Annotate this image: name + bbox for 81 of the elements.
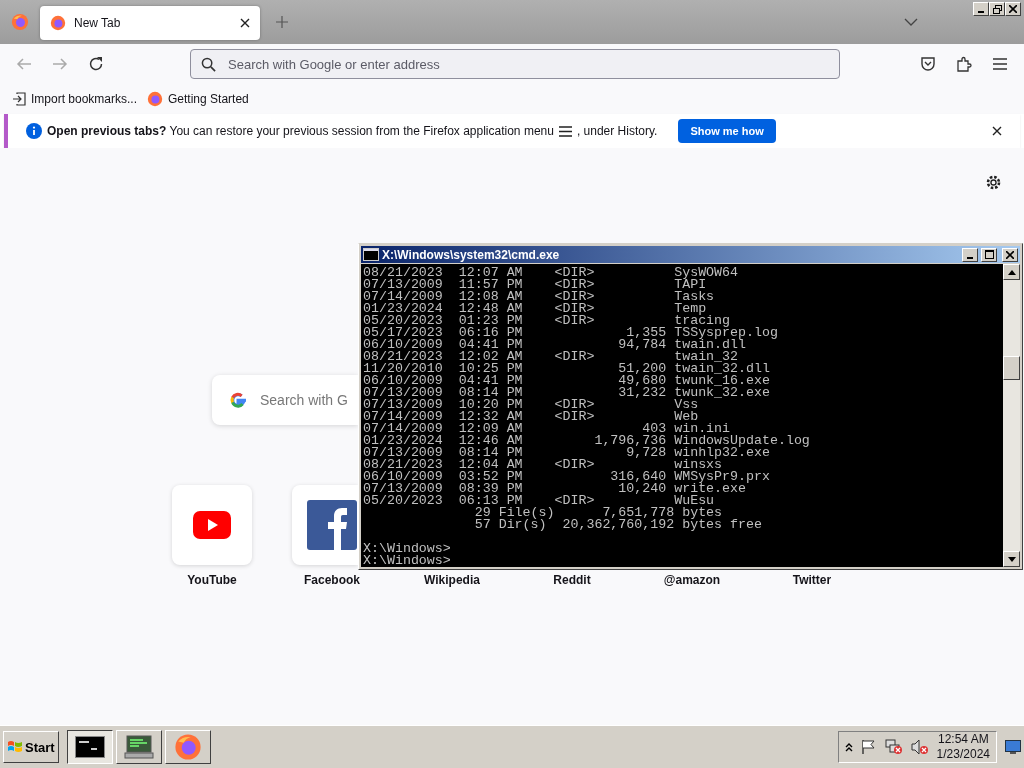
play-icon (193, 511, 231, 539)
console-prompt: X:\Windows> (363, 541, 451, 556)
tab-title: New Tab (74, 16, 122, 30)
firefox-icon (50, 15, 66, 31)
new-tab-icon[interactable] (276, 16, 288, 28)
shortcut-label[interactable]: @amazon (663, 573, 721, 587)
console-line: 06/10/2009 04:41 PM 49,680 twunk_16.exe (363, 373, 770, 388)
console-line: 07/14/2009 12:09 AM 403 win.ini (363, 421, 731, 436)
firefox-icon (147, 91, 164, 107)
console-icon (74, 736, 105, 758)
maximize-button[interactable] (981, 247, 997, 262)
reload-icon[interactable] (88, 56, 104, 72)
close-icon (1006, 250, 1014, 259)
close-icon[interactable] (992, 126, 1002, 136)
shortcut-label[interactable]: Twitter (792, 573, 832, 587)
console-icon (363, 248, 379, 261)
shortcut-label[interactable]: Facebook (304, 573, 360, 587)
speaker-muted-icon[interactable] (910, 739, 929, 755)
console-line: 01/23/2024 12:48 AM <DIR> Temp (363, 301, 707, 316)
console-line: 08/21/2023 12:02 AM <DIR> twain_32 (363, 349, 739, 364)
settings-icon[interactable] (985, 174, 1002, 191)
address-bar[interactable]: Search with Google or enter address (190, 49, 840, 79)
firefox-icon (173, 733, 202, 761)
console-line: 07/13/2009 10:20 PM <DIR> Vss (363, 397, 699, 412)
close-button[interactable] (1002, 247, 1018, 262)
close-icon (1009, 5, 1017, 13)
windows-logo-icon (7, 740, 23, 754)
close-icon[interactable] (240, 18, 250, 28)
flag-icon[interactable] (860, 739, 877, 755)
network-icon[interactable] (884, 739, 903, 755)
scrollbar-thumb[interactable] (1003, 356, 1020, 380)
start-button[interactable]: Start (3, 731, 59, 763)
up-arrow-icon[interactable] (1007, 269, 1016, 275)
notification-message: Open previous tabs? You can restore your previous session from the Firefox application menu (47, 124, 554, 138)
bookmark-item[interactable]: Getting Started (147, 91, 249, 107)
console-line: 07/14/2009 12:08 AM <DIR> Tasks (363, 289, 715, 304)
menu-icon[interactable] (992, 57, 1008, 71)
console-line: 05/20/2023 06:13 PM <DIR> WuEsu (363, 493, 715, 508)
down-arrow-icon[interactable] (1007, 556, 1016, 562)
shortcut-tile[interactable] (292, 485, 358, 565)
search-icon (201, 56, 216, 72)
search-input[interactable]: Search with G (260, 392, 358, 408)
taskbar-button[interactable] (66, 730, 113, 764)
minimize-button[interactable] (973, 2, 989, 16)
console-line: 29 File(s) 7,651,778 bytes (473, 505, 723, 520)
window-title: X:\Windows\system32\cmd.exe (382, 247, 560, 262)
shortcut-label[interactable]: YouTube (187, 573, 237, 587)
menu-icon (558, 125, 572, 137)
minimize-button[interactable] (962, 247, 978, 262)
bookmark-item[interactable]: Import bookmarks... (12, 92, 138, 106)
scrollbar[interactable] (1003, 264, 1020, 567)
import-icon (12, 92, 26, 106)
console-line: 07/13/2009 08:14 PM 31,232 twunk_32.exe (363, 385, 770, 400)
restore-icon (992, 4, 1002, 14)
console-line: 01/23/2024 12:46 AM 1,796,736 WindowsUpdate.log (363, 433, 810, 448)
shortcut-label[interactable]: Wikipedia (424, 573, 480, 587)
shortcut-label[interactable]: Reddit (553, 573, 591, 587)
google-icon (228, 390, 248, 410)
restore-button[interactable] (989, 2, 1005, 16)
info-icon (26, 123, 42, 139)
f-logo-icon (307, 500, 357, 550)
search-field[interactable]: Search with G (212, 375, 358, 425)
chevron-down-icon[interactable] (904, 18, 918, 26)
console-prompt: X:\Windows> (363, 553, 451, 567)
close-button[interactable] (1005, 2, 1021, 16)
show-desktop-icon[interactable] (1005, 740, 1021, 754)
monitor-icon (122, 734, 155, 760)
puzzle-icon[interactable] (956, 56, 972, 72)
console-line: 08/21/2023 12:07 AM <DIR> SysWOW64 (363, 265, 739, 280)
maximize-icon (984, 250, 994, 259)
minimize-icon (978, 11, 984, 13)
console-line: 11/20/2010 10:25 PM 51,200 twain_32.dll (363, 361, 770, 376)
shortcut-tile[interactable] (172, 485, 252, 565)
show-me-how-button[interactable]: Show me how (678, 119, 776, 143)
console-line: 06/10/2009 03:52 PM 316,640 WMSysPr9.prx (363, 469, 770, 484)
notification-message: , under History. (576, 124, 658, 138)
chevron-up-icon[interactable] (844, 742, 853, 752)
console-line: 07/14/2009 12:32 AM <DIR> Web (363, 409, 699, 424)
pocket-icon[interactable] (920, 56, 936, 72)
browser-tab[interactable]: New Tab (40, 6, 260, 40)
minimize-icon (967, 256, 973, 259)
